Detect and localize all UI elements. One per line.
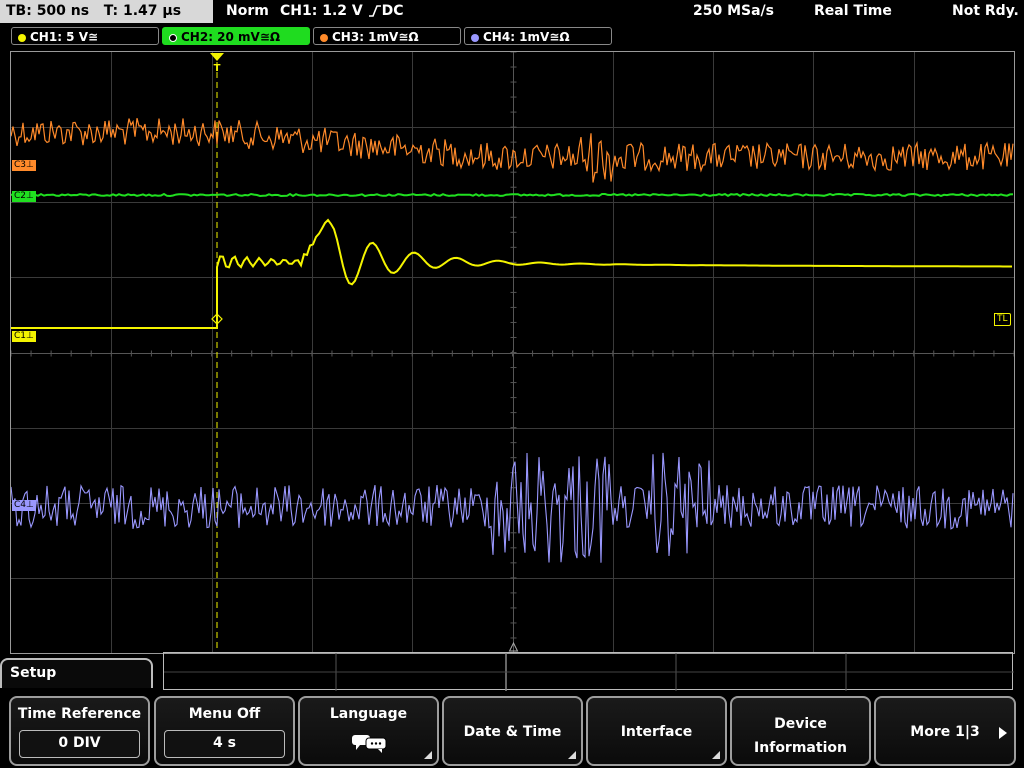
ch1-color-dot xyxy=(18,33,26,42)
channel-tab-ch1[interactable]: CH1: 5 V≅ xyxy=(11,27,159,45)
menu-title: Setup xyxy=(0,658,153,688)
channel-tab-ch3[interactable]: CH3: 1mV≅Ω xyxy=(313,27,461,45)
time-reference-label: Time Reference xyxy=(17,706,142,722)
trigger-mode[interactable]: Norm xyxy=(226,0,269,23)
menu-area: Setup Time Reference 0 DIV Menu Off 4 s … xyxy=(0,652,1024,768)
ch2-marker-label: C2 xyxy=(14,191,27,201)
submenu-corner-icon xyxy=(568,751,576,759)
more-label: More 1|3 xyxy=(910,724,980,740)
rising-edge-icon xyxy=(368,5,381,17)
language-button[interactable]: Language xyxy=(298,696,439,766)
ch2-coupling: ≅Ω xyxy=(259,30,281,44)
trigger-info[interactable]: CH1: 1.2 V DC xyxy=(280,0,404,23)
traces xyxy=(11,62,1014,653)
ch3-coupling: ≅Ω xyxy=(398,30,419,44)
trigger-source-level: CH1: 1.2 V xyxy=(280,3,363,19)
menu-strip-grid xyxy=(164,653,1014,691)
ch1-coupling: ≅ xyxy=(88,30,99,44)
trigger-level-marker[interactable]: TL xyxy=(994,313,1011,326)
interface-label: Interface xyxy=(620,724,693,740)
ch4-ground-marker[interactable]: C4⊥ xyxy=(12,500,36,511)
ch2-ground-marker[interactable]: C2⊥ xyxy=(12,191,36,202)
ch4-marker-label: C4 xyxy=(14,500,27,510)
speech-bubbles-icon xyxy=(352,735,387,753)
ch3-ground-marker[interactable]: C3⊥ xyxy=(12,160,36,171)
device-information-label: Device Information xyxy=(754,716,847,756)
acquisition-mode[interactable]: Real Time xyxy=(814,0,892,23)
language-label: Language xyxy=(329,706,408,722)
ch4-color-dot xyxy=(471,33,479,42)
channel-tab-ch4[interactable]: CH4: 1mV≅Ω xyxy=(464,27,612,45)
ch1-marker-label: C1 xyxy=(14,331,27,341)
submenu-corner-icon xyxy=(424,751,432,759)
timebase-value: TB: 500 ns xyxy=(6,3,90,19)
ch3-color-dot xyxy=(320,33,328,42)
ch3-label: CH3: 1mV xyxy=(332,30,399,44)
date-time-button[interactable]: Date & Time xyxy=(442,696,583,766)
time-offset-value: T: 1.47 µs xyxy=(103,3,182,19)
timebase-box[interactable]: TB: 500 ns T: 1.47 µs xyxy=(0,0,213,23)
ch2-color-dot xyxy=(169,33,177,42)
interface-button[interactable]: Interface xyxy=(586,696,727,766)
time-reference-button[interactable]: Time Reference 0 DIV xyxy=(9,696,150,766)
more-button[interactable]: More 1|3 xyxy=(874,696,1016,766)
ch4-label: CH4: 1mV xyxy=(483,30,550,44)
graticule xyxy=(11,52,1014,653)
device-information-button[interactable]: Device Information xyxy=(730,696,871,766)
menu-off-label: Menu Off xyxy=(188,706,261,722)
arrow-right-icon xyxy=(999,727,1007,739)
ch2-label: CH2: 20 mV xyxy=(181,30,260,44)
menu-off-button[interactable]: Menu Off 4 s xyxy=(154,696,295,766)
sample-rate: 250 MSa/s xyxy=(693,3,775,19)
trigger-position-marker[interactable]: T xyxy=(208,51,226,73)
ch1-label: CH1: 5 V xyxy=(30,30,88,44)
trigger-coupling: DC xyxy=(381,3,404,19)
waveform-display[interactable]: C3⊥ C2⊥ C1⊥ C4⊥ TL xyxy=(10,51,1015,654)
ch1-ground-marker[interactable]: C1⊥ xyxy=(12,331,36,342)
ch4-coupling: ≅Ω xyxy=(549,30,570,44)
status-bar: TB: 500 ns T: 1.47 µs Norm CH1: 1.2 V DC… xyxy=(0,0,1024,24)
waveform-canvas xyxy=(11,52,1014,653)
date-time-label: Date & Time xyxy=(463,724,562,740)
menu-off-value: 4 s xyxy=(164,730,285,758)
channel-tab-ch2[interactable]: CH2: 20 mV≅Ω xyxy=(162,27,310,45)
submenu-corner-icon xyxy=(712,751,720,759)
acquisition-state: Not Rdy. xyxy=(952,3,1019,19)
trigger-position-label: T xyxy=(214,63,221,73)
time-reference-value: 0 DIV xyxy=(19,730,140,758)
channel-bar: CH1: 5 V≅ CH2: 20 mV≅Ω CH3: 1mV≅Ω CH4: 1… xyxy=(0,24,1024,48)
trigger-level-label: TL xyxy=(997,314,1008,324)
menu-info-strip xyxy=(163,652,1014,691)
ch3-marker-label: C3 xyxy=(14,160,27,170)
